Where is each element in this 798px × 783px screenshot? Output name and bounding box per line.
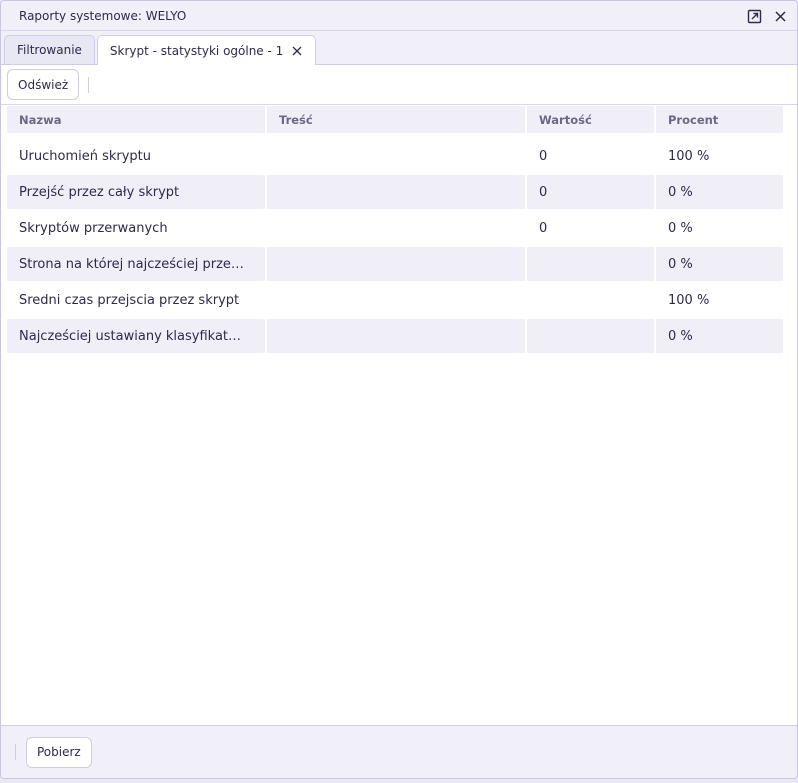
cell-wartosc bbox=[527, 247, 654, 281]
cell-procent: 100 % bbox=[668, 292, 710, 308]
footer-divider bbox=[15, 744, 16, 760]
table-header: Nazwa Treść Wartość Procent bbox=[7, 106, 785, 133]
cell-wartosc: 0 bbox=[527, 175, 654, 209]
cell-procent: 0 % bbox=[668, 220, 693, 236]
cell-procent: 0 % bbox=[656, 175, 783, 209]
column-header-nazwa[interactable]: Nazwa bbox=[7, 106, 265, 133]
cell-procent: 0 % bbox=[656, 319, 783, 353]
cell-nazwa: Skryptów przerwanych bbox=[19, 220, 168, 236]
cell-nazwa: Najcześciej ustawiany klasyfikat… bbox=[7, 319, 265, 353]
cell-tresc bbox=[267, 319, 525, 353]
cell-tresc bbox=[267, 139, 525, 173]
cell-tresc bbox=[267, 283, 525, 317]
popout-icon[interactable] bbox=[745, 7, 763, 25]
cell-nazwa: Przejść przez cały skrypt bbox=[7, 175, 265, 209]
cell-tresc bbox=[267, 211, 525, 245]
toolbar: Odśwież bbox=[1, 65, 797, 105]
tab-bar: Filtrowanie Skrypt - statystyki ogólne -… bbox=[1, 31, 797, 65]
column-header-procent[interactable]: Procent bbox=[656, 106, 783, 133]
cell-wartosc: 0 bbox=[539, 220, 548, 236]
cell-wartosc: 0 bbox=[539, 148, 548, 164]
cell-wartosc bbox=[527, 283, 654, 317]
cell-tresc bbox=[267, 247, 525, 281]
footer-bar: Pobierz bbox=[1, 725, 797, 778]
table-row[interactable]: Przejść przez cały skrypt 0 0 % bbox=[7, 175, 785, 209]
table-row[interactable]: Skryptów przerwanych 0 0 % bbox=[7, 211, 785, 245]
title-bar: Raporty systemowe: WELYO bbox=[1, 1, 797, 31]
close-icon[interactable] bbox=[771, 7, 789, 25]
cell-nazwa: Średni czas przejscia przez skrypt bbox=[19, 292, 240, 308]
tab-label: Skrypt - statystyki ogólne - 1 bbox=[109, 43, 284, 58]
cell-procent: 100 % bbox=[668, 148, 710, 164]
tab-label: Filtrowanie bbox=[17, 43, 82, 57]
tab-close-icon[interactable] bbox=[291, 45, 303, 57]
table-row[interactable]: Uruchomień skryptu 0 100 % bbox=[7, 139, 785, 173]
cell-tresc bbox=[267, 175, 525, 209]
cell-procent: 0 % bbox=[656, 247, 783, 281]
tab-skrypt-statystyki[interactable]: Skrypt - statystyki ogólne - 1 bbox=[96, 35, 317, 65]
tab-filtrowanie[interactable]: Filtrowanie bbox=[4, 35, 95, 64]
table-row[interactable]: Strona na której najcześciej prze… 0 % bbox=[7, 247, 785, 281]
column-header-wartosc[interactable]: Wartość bbox=[527, 106, 654, 133]
refresh-button[interactable]: Odśwież bbox=[7, 69, 80, 100]
table-row[interactable]: Najcześciej ustawiany klasyfikat… 0 % bbox=[7, 319, 785, 353]
table-row[interactable]: Średni czas przejscia przez skrypt 100 % bbox=[7, 283, 785, 317]
stats-table: Nazwa Treść Wartość Procent Uruchomień s… bbox=[7, 106, 785, 355]
window-title: Raporty systemowe: WELYO bbox=[19, 8, 187, 23]
column-header-tresc[interactable]: Treść bbox=[267, 106, 525, 133]
download-button[interactable]: Pobierz bbox=[26, 736, 92, 768]
cell-nazwa: Uruchomień skryptu bbox=[19, 148, 152, 164]
report-window: Raporty systemowe: WELYO Filtrowanie Skr… bbox=[0, 0, 798, 779]
cell-nazwa: Strona na której najcześciej prze… bbox=[7, 247, 265, 281]
toolbar-divider bbox=[88, 76, 90, 93]
cell-wartosc bbox=[527, 319, 654, 353]
